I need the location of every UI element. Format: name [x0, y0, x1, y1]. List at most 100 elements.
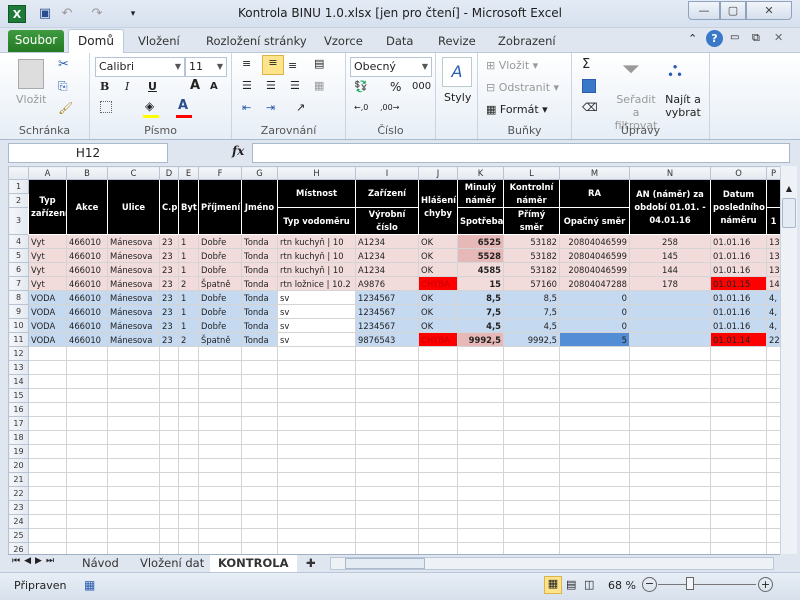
align-middle-icon[interactable]: ≡ [262, 55, 284, 75]
cell-n14[interactable] [629, 374, 711, 389]
cell-e13[interactable] [178, 360, 199, 375]
cell-h9[interactable]: sv [277, 304, 356, 319]
cell-h24[interactable] [277, 514, 356, 529]
cell-n6[interactable]: 144 [629, 262, 711, 277]
cell-l5[interactable]: 53182 [503, 248, 560, 263]
cell-i22[interactable] [355, 486, 419, 501]
cell-d18[interactable] [159, 430, 179, 445]
horizontal-scrollbar[interactable] [330, 557, 774, 570]
cell-i7[interactable]: A9876 [355, 276, 419, 291]
align-center-icon[interactable]: ☰ [266, 79, 276, 92]
cell-i13[interactable] [355, 360, 419, 375]
row-header-16[interactable]: 16 [8, 402, 29, 417]
column-header-g[interactable]: G [241, 166, 278, 180]
align-top-icon[interactable]: ≡ [242, 57, 251, 70]
cell-p16[interactable] [766, 402, 780, 417]
cell-j12[interactable] [418, 346, 458, 361]
cell-a11[interactable]: VODA [28, 332, 67, 347]
cell-f12[interactable] [198, 346, 242, 361]
format-painter-icon[interactable]: 🖌 [58, 101, 73, 115]
cell-g9[interactable]: Tonda [241, 304, 278, 319]
cell-o25[interactable] [710, 528, 767, 543]
cell-d22[interactable] [159, 486, 179, 501]
help-icon[interactable]: ? [706, 30, 723, 47]
styles-button[interactable]: Styly [444, 91, 471, 104]
vertical-scrollbar[interactable]: ▲ [780, 166, 797, 554]
cell-a7[interactable]: Vyt [28, 276, 67, 291]
cell-j10[interactable]: OK [418, 318, 458, 333]
zoom-level[interactable]: 68 % [608, 579, 636, 592]
cell-h17[interactable] [277, 416, 356, 431]
cell-e21[interactable] [178, 472, 199, 487]
format-cells-button[interactable]: ▦ Formát ▾ [486, 103, 548, 116]
row-header-10[interactable]: 10 [8, 318, 29, 333]
cell-l21[interactable] [503, 472, 560, 487]
cell-h20[interactable] [277, 458, 356, 473]
cell-l8[interactable]: 8,5 [503, 290, 560, 305]
cell-p14[interactable] [766, 374, 780, 389]
row-header-6[interactable]: 6 [8, 262, 29, 277]
cell-l15[interactable] [503, 388, 560, 403]
cell-k10[interactable]: 4,5 [457, 318, 504, 333]
cell-b25[interactable] [66, 528, 108, 543]
cell-m22[interactable] [559, 486, 630, 501]
cell-l12[interactable] [503, 346, 560, 361]
row-header-14[interactable]: 14 [8, 374, 29, 389]
cell-p11[interactable]: 22 [766, 332, 780, 347]
cell-g10[interactable]: Tonda [241, 318, 278, 333]
page-layout-view-icon[interactable]: ▤ [566, 578, 576, 591]
cell-f21[interactable] [198, 472, 242, 487]
cell-d23[interactable] [159, 500, 179, 515]
cell-c26[interactable] [107, 542, 160, 554]
cell-m21[interactable] [559, 472, 630, 487]
cell-b5[interactable]: 466010 [66, 248, 108, 263]
cell-c18[interactable] [107, 430, 160, 445]
cell-p17[interactable] [766, 416, 780, 431]
zoom-slider[interactable] [658, 584, 756, 585]
cell-a4[interactable]: Vyt [28, 234, 67, 249]
row-header-8[interactable]: 8 [8, 290, 29, 305]
cell-m13[interactable] [559, 360, 630, 375]
cell-c5[interactable]: Mánesova [107, 248, 160, 263]
cell-m5[interactable]: 20804046599 [559, 248, 630, 263]
cell-d7[interactable]: 23 [159, 276, 179, 291]
cell-f11[interactable]: Špatně [198, 332, 242, 347]
cell-b22[interactable] [66, 486, 108, 501]
cell-o20[interactable] [710, 458, 767, 473]
cell-h10[interactable]: sv [277, 318, 356, 333]
row-header-21[interactable]: 21 [8, 472, 29, 487]
cell-b13[interactable] [66, 360, 108, 375]
tab-vzorce[interactable]: Vzorce [314, 31, 373, 52]
row-header-18[interactable]: 18 [8, 430, 29, 445]
row-header-3[interactable]: 3 [8, 207, 29, 235]
cell-c17[interactable] [107, 416, 160, 431]
cell-g18[interactable] [241, 430, 278, 445]
clear-icon[interactable]: ⌫ [582, 101, 598, 114]
cell-k5[interactable]: 5528 [457, 248, 504, 263]
new-sheet-icon[interactable]: ✚ [298, 555, 324, 572]
cell-i20[interactable] [355, 458, 419, 473]
fill-icon[interactable] [582, 79, 596, 93]
cell-i5[interactable]: A1234 [355, 248, 419, 263]
cell-j6[interactable]: OK [418, 262, 458, 277]
cell-i24[interactable] [355, 514, 419, 529]
delete-cells-button[interactable]: ⊟ Odstranit ▾ [486, 81, 559, 94]
cell-b14[interactable] [66, 374, 108, 389]
cell-m12[interactable] [559, 346, 630, 361]
column-header-l[interactable]: L [503, 166, 560, 180]
cell-k13[interactable] [457, 360, 504, 375]
cell-k25[interactable] [457, 528, 504, 543]
cell-l13[interactable] [503, 360, 560, 375]
cell-f18[interactable] [198, 430, 242, 445]
minimize-button[interactable]: — [688, 1, 720, 20]
cell-e22[interactable] [178, 486, 199, 501]
cell-o22[interactable] [710, 486, 767, 501]
cell-a5[interactable]: Vyt [28, 248, 67, 263]
cell-m17[interactable] [559, 416, 630, 431]
cell-j9[interactable]: OK [418, 304, 458, 319]
cell-b24[interactable] [66, 514, 108, 529]
cell-j26[interactable] [418, 542, 458, 554]
cell-l20[interactable] [503, 458, 560, 473]
cell-b15[interactable] [66, 388, 108, 403]
cell-m19[interactable] [559, 444, 630, 459]
